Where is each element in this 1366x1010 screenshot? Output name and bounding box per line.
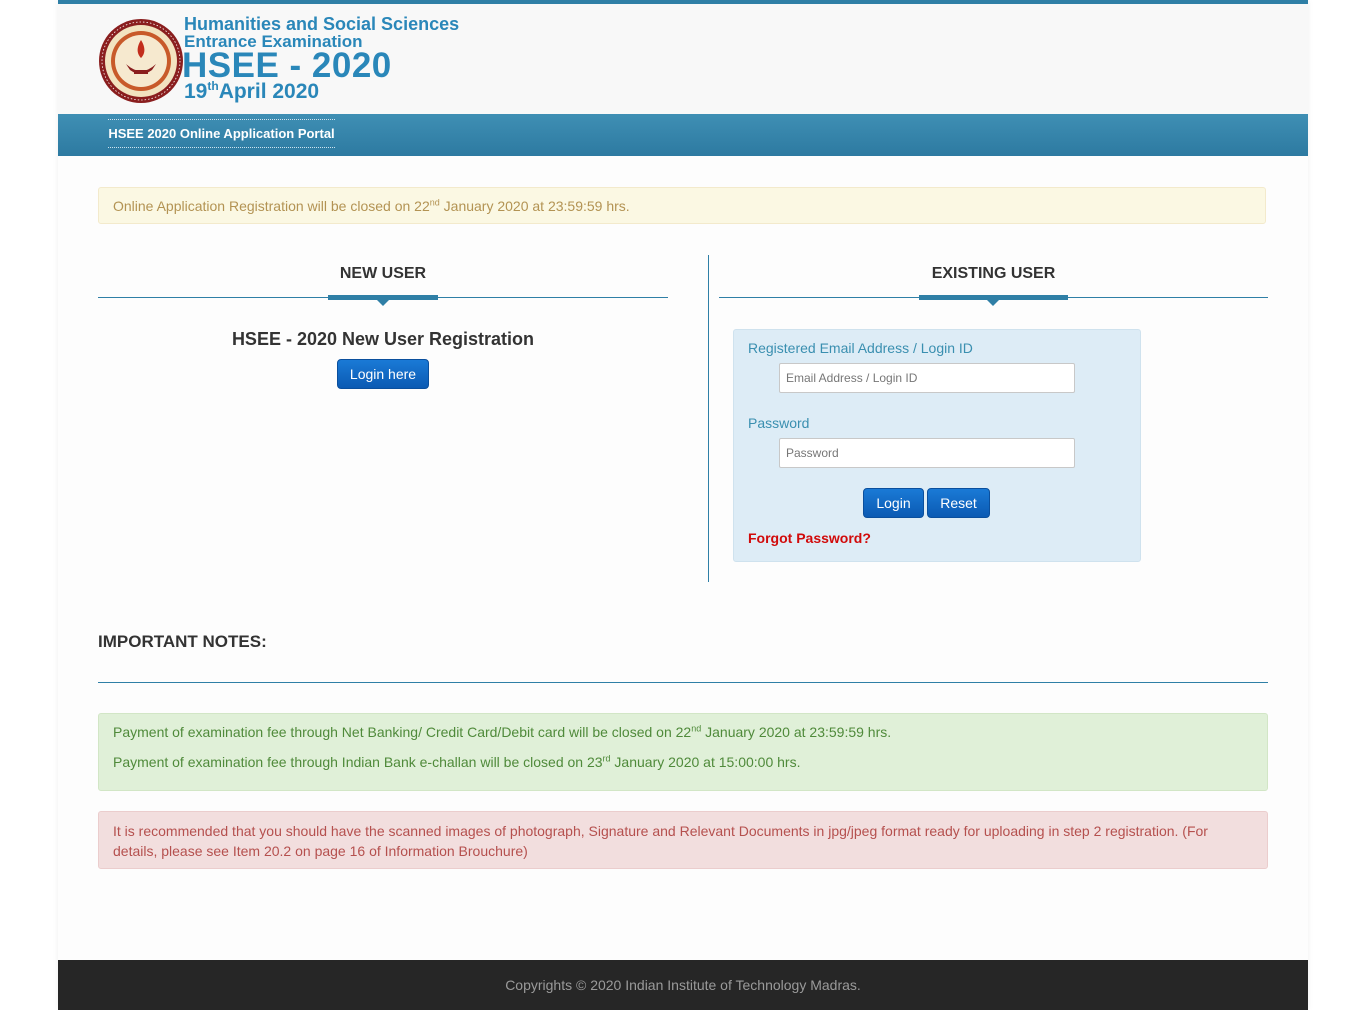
section-arrow-icon <box>377 300 389 306</box>
new-user-login-button[interactable]: Login here <box>337 359 429 389</box>
existing-user-section: EXISTING USER Registered Email Address /… <box>719 255 1268 585</box>
payment-note-netbanking: Payment of examination fee through Net B… <box>113 723 892 740</box>
nav-item-application-portal[interactable]: HSEE 2020 Online Application Portal <box>108 119 335 148</box>
registration-deadline-notice: Online Application Registration will be … <box>98 187 1266 224</box>
payment-deadlines-notice: Payment of examination fee through Net B… <box>98 713 1268 791</box>
footer: Copyrights © 2020 Indian Institute of Te… <box>58 960 1308 1010</box>
notes-divider <box>98 682 1268 683</box>
iit-madras-seal-icon <box>99 19 183 103</box>
copyright-text: Copyrights © 2020 Indian Institute of Te… <box>505 977 861 993</box>
section-arrow-icon <box>987 300 999 306</box>
existing-user-title: EXISTING USER <box>931 265 1056 282</box>
password-input[interactable] <box>779 438 1075 468</box>
document-recommendation-notice: It is recommended that you should have t… <box>98 811 1268 869</box>
important-notes-title: IMPORTANT NOTES: <box>98 632 267 651</box>
payment-note-echallan: Payment of examination fee through India… <box>113 753 801 770</box>
new-user-section: NEW USER HSEE - 2020 New User Registrati… <box>98 255 668 585</box>
login-form: Registered Email Address / Login ID Pass… <box>733 329 1141 562</box>
header: Humanities and Social Sciences Entrance … <box>58 4 1308 114</box>
email-input[interactable] <box>779 363 1075 393</box>
new-user-registration-heading: HSEE - 2020 New User Registration <box>231 329 535 349</box>
email-label: Registered Email Address / Login ID <box>748 340 973 356</box>
password-label: Password <box>748 415 810 431</box>
exam-logo: Humanities and Social Sciences Entrance … <box>182 14 484 110</box>
new-user-title: NEW USER <box>339 265 427 282</box>
navbar: HSEE 2020 Online Application Portal <box>58 114 1308 156</box>
column-divider <box>708 255 709 582</box>
page-container: Humanities and Social Sciences Entrance … <box>58 0 1308 1010</box>
forgot-password-link[interactable]: Forgot Password? <box>748 530 871 546</box>
login-button[interactable]: Login <box>863 488 924 518</box>
logo-exam-date: 19thApril 2020 <box>184 79 320 103</box>
reset-button[interactable]: Reset <box>927 488 990 518</box>
